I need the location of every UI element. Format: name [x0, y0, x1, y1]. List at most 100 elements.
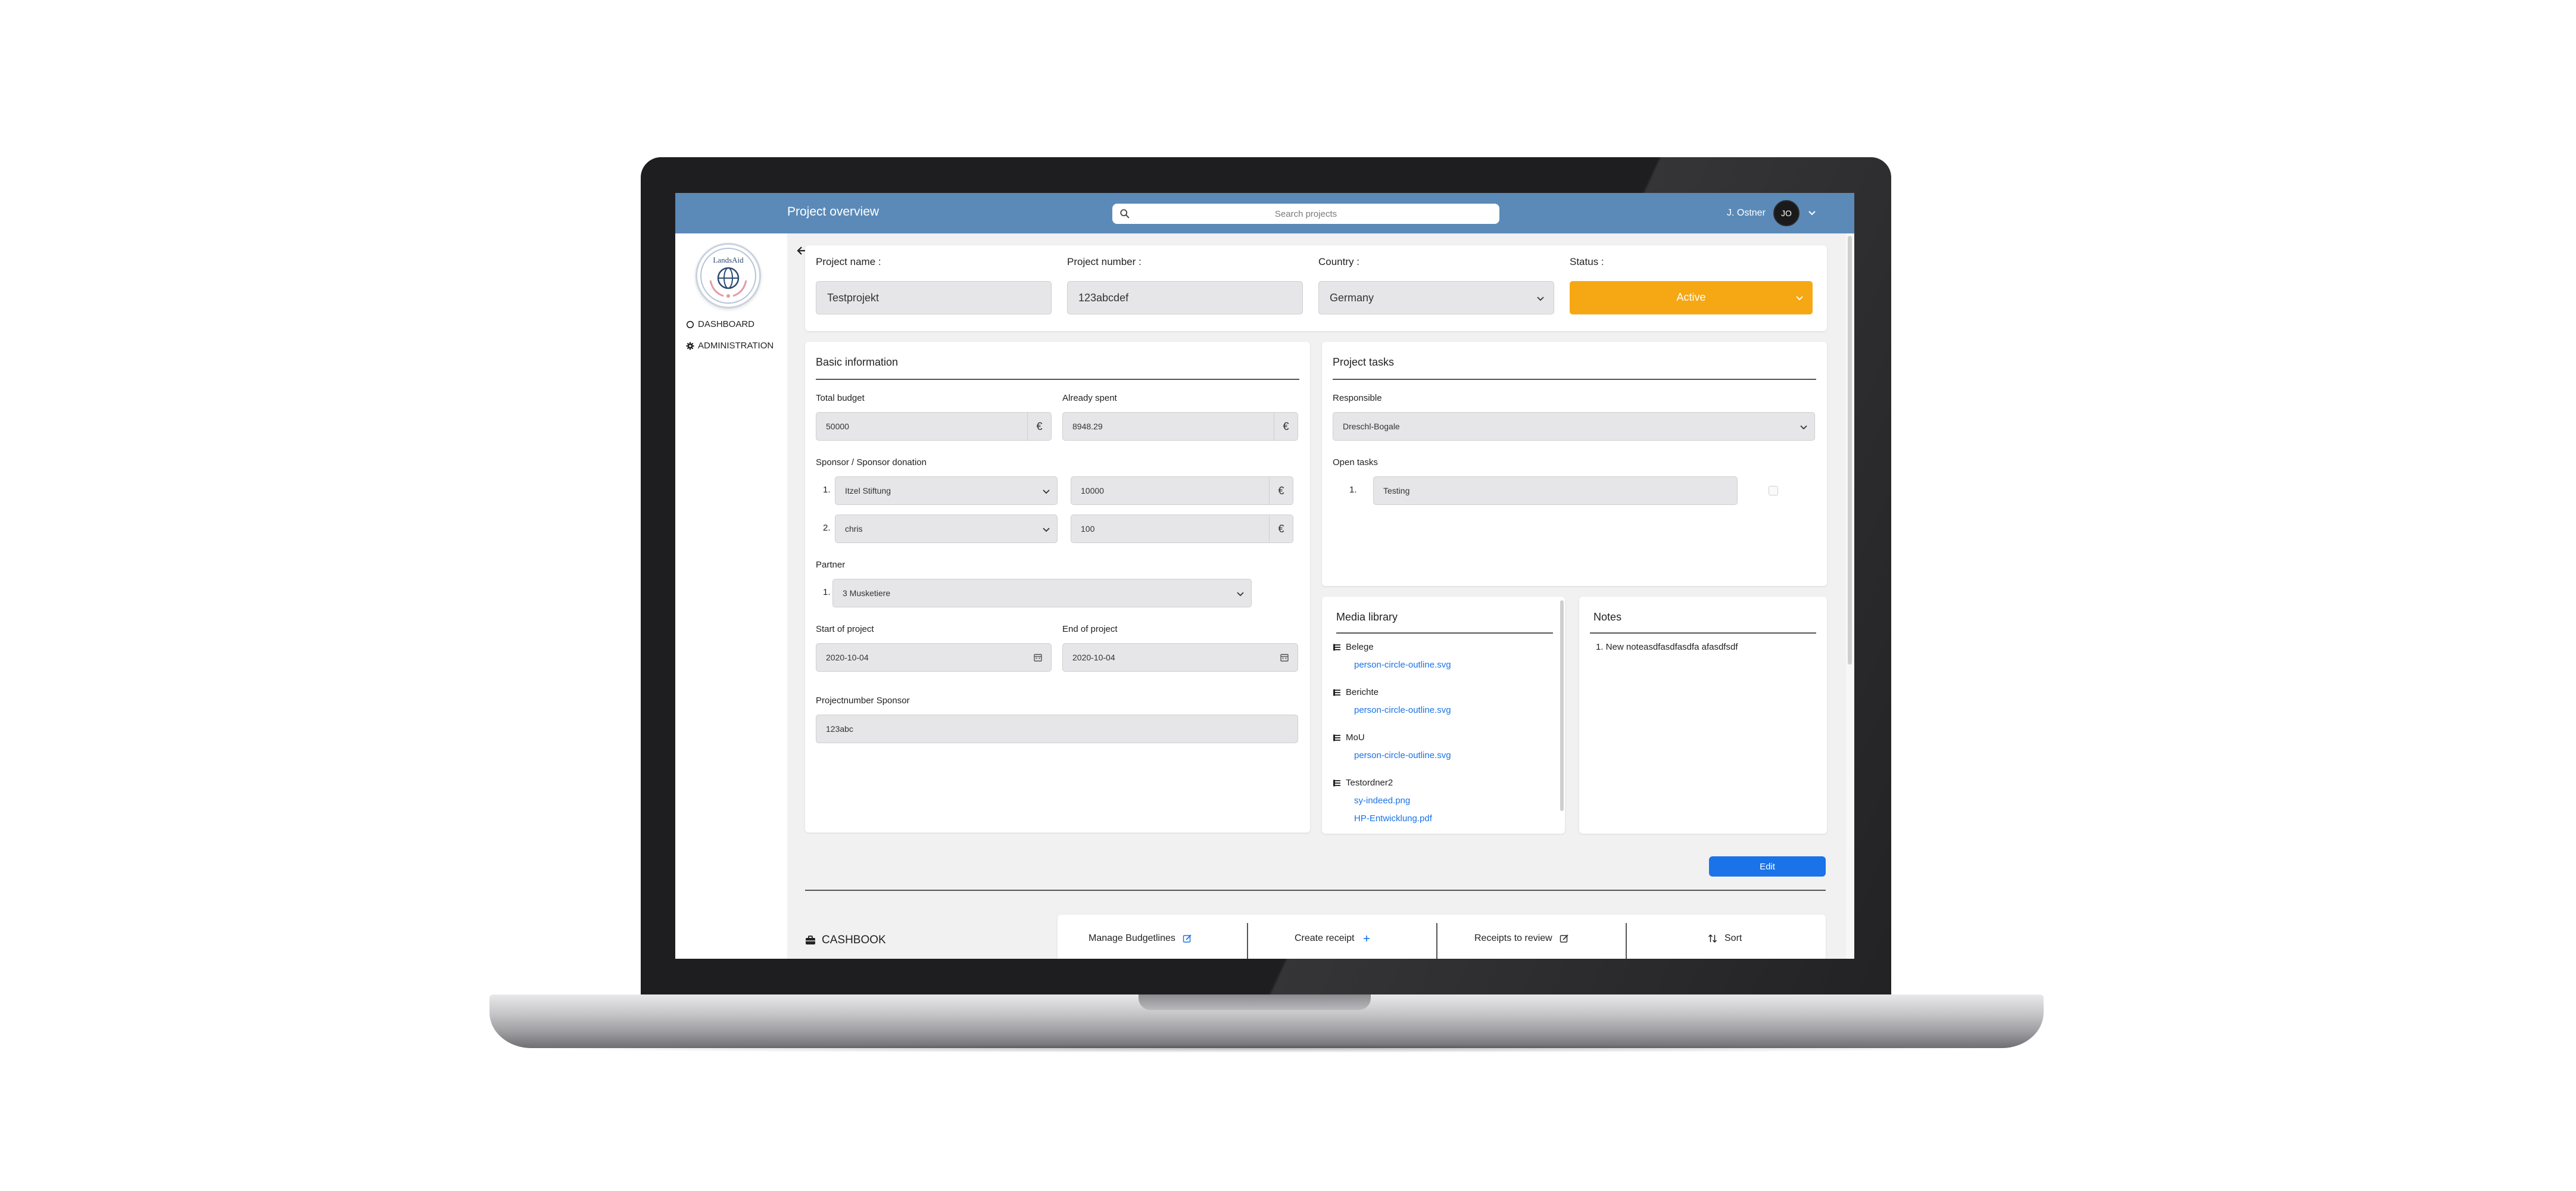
sponsor-amount-field[interactable]: 100 € [1071, 515, 1293, 543]
edit-button[interactable]: Edit [1709, 856, 1826, 877]
list-icon [1333, 780, 1340, 786]
sponsor-name: Itzel Stiftung [845, 486, 891, 495]
task-text: Testing [1383, 486, 1410, 495]
project-number-field[interactable]: 123abcdef [1067, 281, 1303, 314]
calendar-icon[interactable] [1033, 653, 1043, 662]
projectnumber-sponsor-field[interactable]: 123abc [816, 715, 1298, 743]
total-budget-value: 50000 [826, 422, 849, 431]
responsible-select[interactable]: Dreschl-Bogale [1333, 412, 1815, 441]
sidebar-item-label: DASHBOARD [698, 319, 755, 329]
start-date-field[interactable]: 2020-10-04 [816, 643, 1052, 672]
chevron-down-icon [1537, 297, 1544, 301]
file-link[interactable]: person-circle-outline.svg [1354, 705, 1451, 715]
folder-item[interactable]: Testordner2 [1333, 778, 1393, 788]
total-budget-label: Total budget [816, 393, 865, 403]
chevron-down-icon [1043, 490, 1050, 494]
sidebar-item-dashboard[interactable]: DASHBOARD [686, 319, 754, 329]
logo[interactable]: LandsAid [696, 243, 761, 308]
avatar[interactable]: JO [1773, 200, 1800, 226]
edit-icon [1183, 934, 1192, 943]
project-number-label: Project number : [1067, 256, 1142, 267]
chevron-down-icon [1796, 296, 1803, 301]
partner-select[interactable]: 3 Musketiere [832, 579, 1252, 607]
already-spent-field[interactable]: 8948.29 € [1062, 412, 1298, 441]
status-select[interactable]: Active [1570, 281, 1813, 314]
chevron-down-icon[interactable] [1806, 207, 1818, 219]
logo-text: LandsAid [713, 255, 744, 264]
briefcase-icon [806, 936, 815, 944]
file-link[interactable]: person-circle-outline.svg [1354, 750, 1451, 760]
sponsor-index: 1. [823, 485, 831, 495]
file-link[interactable]: sy-indeed.png [1354, 796, 1410, 806]
section-divider [805, 890, 1826, 891]
file-link[interactable]: HP-Entwicklung.pdf [1354, 813, 1432, 824]
create-receipt-button[interactable]: Create receipt [1295, 915, 1371, 959]
project-name-field[interactable]: Testprojekt [816, 281, 1052, 314]
euro-symbol: € [1269, 515, 1293, 543]
sort-label: Sort [1724, 933, 1742, 943]
basic-information-card: Basic information Total budget 50000 € A… [805, 342, 1310, 833]
sidebar-item-administration[interactable]: ADMINISTRATION [686, 341, 774, 351]
end-date-field[interactable]: 2020-10-04 [1062, 643, 1298, 672]
circle-outline-icon [686, 320, 694, 328]
create-receipt-label: Create receipt [1295, 933, 1355, 943]
sidebar-item-label: ADMINISTRATION [698, 341, 774, 351]
list-icon [1333, 734, 1340, 741]
toolbar-separator [1436, 923, 1437, 959]
page-scrollbar[interactable] [1846, 233, 1854, 959]
project-tasks-card: Project tasks Responsible Dreschl-Bogale… [1322, 342, 1827, 586]
calendar-icon[interactable] [1280, 653, 1289, 662]
task-checkbox[interactable] [1769, 486, 1778, 495]
sort-button[interactable]: Sort [1708, 915, 1742, 959]
folder-name: Belege [1346, 642, 1374, 652]
sponsor-amount: 100 [1081, 524, 1095, 534]
edit-icon [1560, 934, 1568, 943]
list-icon [1333, 644, 1340, 650]
laptop-shadow [512, 1045, 2019, 1053]
scrollbar-thumb[interactable] [1848, 236, 1852, 665]
cashbook-label: CASHBOOK [822, 934, 886, 946]
search-box[interactable] [1112, 204, 1499, 224]
folder-item[interactable]: Berichte [1333, 687, 1379, 697]
divider [1336, 632, 1553, 634]
manage-budgetlines-label: Manage Budgetlines [1089, 933, 1175, 943]
cashbook-heading[interactable]: CASHBOOK [805, 934, 886, 947]
plus-icon [1363, 936, 1370, 941]
responsible-value: Dreschl-Bogale [1343, 422, 1400, 431]
main-content: Project name : Testprojekt Project numbe… [787, 233, 1846, 959]
country-label: Country : [1318, 256, 1359, 267]
avatar-initials: JO [1781, 208, 1792, 218]
search-input[interactable] [1136, 204, 1476, 224]
sponsor-amount-field[interactable]: 10000 € [1071, 476, 1293, 505]
project-name-value: Testprojekt [827, 292, 880, 304]
projectnumber-sponsor-value: 123abc [826, 724, 853, 734]
country-select[interactable]: Germany [1318, 281, 1554, 314]
total-budget-field[interactable]: 50000 € [816, 412, 1052, 441]
manage-budgetlines-button[interactable]: Manage Budgetlines [1089, 915, 1192, 959]
open-tasks-label: Open tasks [1333, 457, 1378, 467]
project-number-value: 123abcdef [1078, 292, 1129, 304]
sponsor-label: Sponsor / Sponsor donation [816, 457, 927, 467]
note-item[interactable]: 1. New noteasdfasdfasdfa afasdfsdf [1596, 642, 1738, 652]
euro-symbol: € [1027, 413, 1051, 440]
list-icon [1333, 689, 1340, 696]
already-spent-value: 8948.29 [1072, 422, 1103, 431]
sponsor-select[interactable]: Itzel Stiftung [835, 476, 1058, 505]
sponsor-select[interactable]: chris [835, 515, 1058, 543]
euro-symbol: € [1274, 413, 1298, 440]
folder-item[interactable]: Belege [1333, 642, 1374, 652]
folder-name: MoU [1346, 732, 1365, 743]
media-scrollbar[interactable] [1560, 600, 1564, 811]
sponsor-amount: 10000 [1081, 486, 1104, 495]
project-tasks-title: Project tasks [1333, 356, 1395, 368]
start-date-value: 2020-10-04 [826, 653, 869, 662]
folder-name: Testordner2 [1346, 778, 1393, 788]
receipts-to-review-button[interactable]: Receipts to review [1474, 915, 1569, 959]
divider [816, 379, 1299, 380]
task-field[interactable]: Testing [1373, 476, 1738, 505]
divider [1333, 379, 1816, 380]
start-of-project-label: Start of project [816, 624, 874, 634]
folder-item[interactable]: MoU [1333, 732, 1365, 743]
file-link[interactable]: person-circle-outline.svg [1354, 660, 1451, 670]
toolbar-separator [1247, 923, 1248, 959]
